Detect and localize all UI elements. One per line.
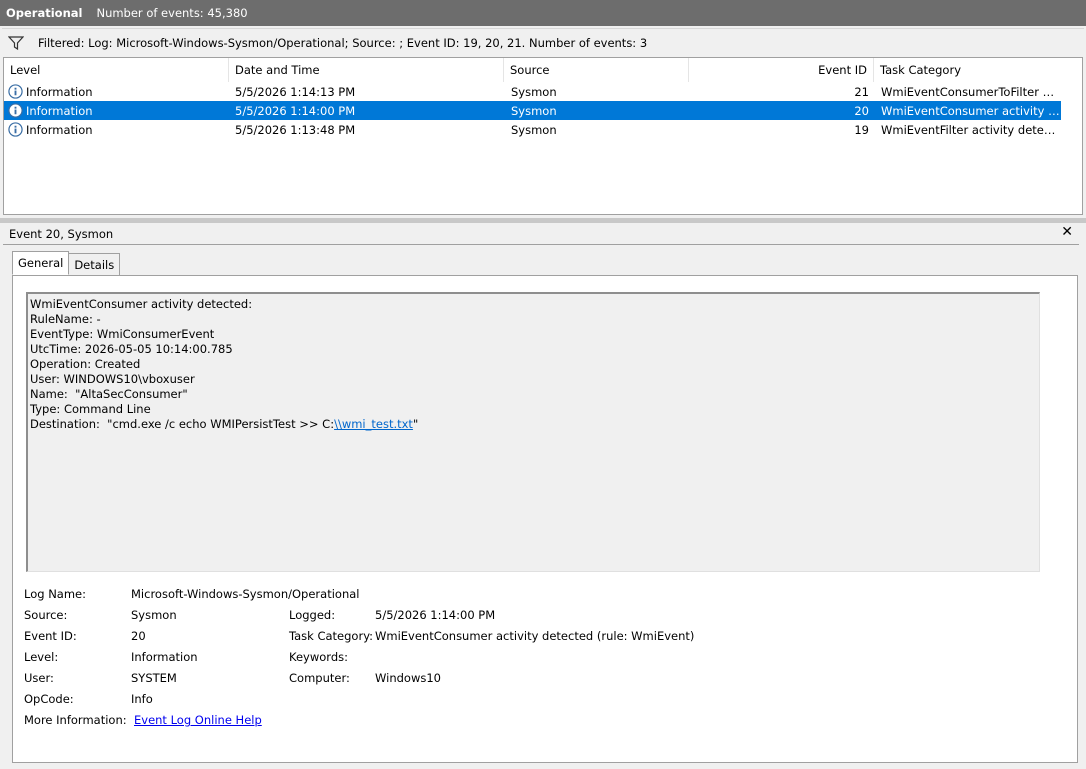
event-list-header: Level Date and Time Source Event ID Task… (4, 58, 1082, 82)
detail-tabs: General Details (12, 251, 121, 275)
event-message-box[interactable]: WmiEventConsumer activity detected: Rule… (26, 292, 1040, 572)
prop-label-task-category: Task Category: (289, 629, 374, 643)
message-line: UtcTime: 2026-05-05 10:14:00.785 (30, 342, 233, 356)
prop-label-keywords: Keywords: (289, 650, 348, 664)
event-log-online-help-link[interactable]: Event Log Online Help (134, 711, 262, 729)
col-header-source[interactable]: Source (504, 58, 689, 82)
message-line: RuleName: - (30, 312, 101, 326)
prop-value-level: Information (131, 650, 198, 664)
prop-label-event-id: Event ID: (24, 629, 77, 643)
prop-value-log-name: Microsoft-Windows-Sysmon/Operational (131, 587, 360, 601)
prop-value-user: SYSTEM (131, 671, 177, 685)
event-detail-header: Event 20, Sysmon ✕ (3, 224, 1079, 245)
message-line-destination: Destination: "cmd.exe /c echo WMIPersist… (30, 417, 1037, 432)
prop-label-source: Source: (24, 608, 68, 622)
prop-value-event-id: 20 (131, 629, 146, 643)
close-icon[interactable]: ✕ (1061, 224, 1073, 240)
prop-label-opcode: OpCode: (24, 692, 74, 706)
row-task-category: WmiEventConsumerToFilter act... (881, 84, 1061, 99)
prop-value-computer: Windows10 (375, 671, 441, 685)
row-level: Information (4, 84, 225, 99)
col-header-level[interactable]: Level (4, 58, 229, 82)
message-line: Name: "AltaSecConsumer" (30, 387, 188, 401)
destination-path-link[interactable]: \\wmi_test.txt (334, 417, 413, 431)
event-row-21[interactable]: Information 5/5/2026 1:14:13 PM Sysmon 2… (4, 82, 1061, 101)
filter-bar: Filtered: Log: Microsoft-Windows-Sysmon/… (2, 28, 1084, 56)
message-line: Operation: Created (30, 357, 141, 371)
row-level-text: Information (26, 122, 93, 137)
tab-details[interactable]: Details (68, 253, 121, 275)
pane-splitter[interactable] (0, 218, 1086, 223)
prop-value-source: Sysmon (131, 608, 177, 622)
prop-label-more-info: More Information: (24, 713, 127, 727)
row-datetime: 5/5/2026 1:14:13 PM (235, 84, 356, 99)
message-line: EventType: WmiConsumerEvent (30, 327, 215, 341)
log-title-bar: Operational Number of events: 45,380 (0, 0, 1086, 26)
prop-label-user: User: (24, 671, 54, 685)
row-task-category: WmiEventConsumer activity dete... (881, 103, 1061, 118)
message-line: User: WINDOWS10\vboxuser (30, 372, 195, 386)
row-source: Sysmon (511, 103, 557, 118)
message-line: Type: Command Line (30, 402, 151, 416)
prop-label-log-name: Log Name: (24, 587, 86, 601)
row-event-id: 21 (854, 84, 869, 99)
row-level: Information (4, 103, 225, 118)
filter-text: Filtered: Log: Microsoft-Windows-Sysmon/… (38, 35, 648, 50)
row-source: Sysmon (511, 122, 557, 137)
prop-value-logged: 5/5/2026 1:14:00 PM (375, 608, 496, 622)
info-icon (8, 84, 23, 99)
prop-value-opcode: Info (131, 692, 153, 706)
prop-value-task-category: WmiEventConsumer activity detected (rule… (375, 629, 695, 643)
row-level-text: Information (26, 103, 93, 118)
prop-label-level: Level: (24, 650, 59, 664)
row-source: Sysmon (511, 84, 557, 99)
message-line: WmiEventConsumer activity detected: (30, 297, 253, 311)
tab-general[interactable]: General (12, 251, 70, 275)
row-level: Information (4, 122, 225, 137)
filter-icon[interactable] (8, 35, 24, 51)
destination-prefix: Destination: "cmd.exe /c echo WMIPersist… (30, 417, 335, 431)
row-datetime: 5/5/2026 1:14:00 PM (235, 103, 356, 118)
row-event-id: 19 (854, 122, 869, 137)
event-row-20[interactable]: Information 5/5/2026 1:14:00 PM Sysmon 2… (4, 101, 1061, 120)
log-name: Operational (6, 6, 83, 20)
row-task-category: WmiEventFilter activity detecte... (881, 122, 1061, 137)
event-row-19[interactable]: Information 5/5/2026 1:13:48 PM Sysmon 1… (4, 120, 1061, 139)
col-header-datetime[interactable]: Date and Time (229, 58, 504, 82)
event-count: Number of events: 45,380 (96, 6, 248, 20)
col-header-event-id[interactable]: Event ID (689, 58, 874, 82)
prop-label-computer: Computer: (289, 671, 350, 685)
col-header-task-category[interactable]: Task Category (874, 58, 1079, 82)
row-level-text: Information (26, 84, 93, 99)
info-icon (8, 122, 23, 137)
prop-label-logged: Logged: (289, 608, 336, 622)
event-detail-title: Event 20, Sysmon (9, 227, 114, 241)
row-event-id: 20 (854, 103, 869, 118)
destination-suffix: " (412, 417, 419, 431)
event-list[interactable]: Level Date and Time Source Event ID Task… (3, 57, 1083, 215)
row-datetime: 5/5/2026 1:13:48 PM (235, 122, 356, 137)
info-icon (8, 103, 23, 118)
